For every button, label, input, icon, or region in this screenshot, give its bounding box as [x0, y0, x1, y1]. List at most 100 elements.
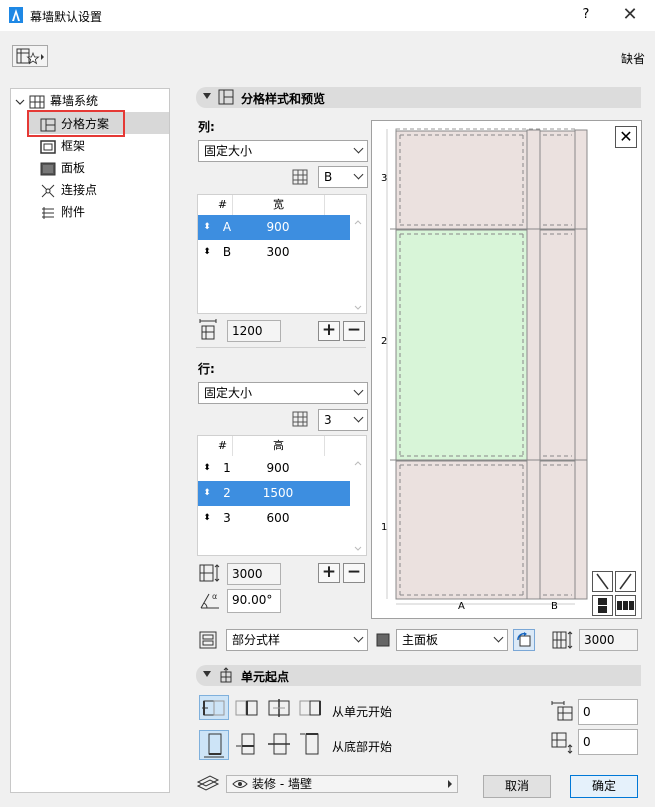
pattern-icon: [199, 631, 217, 649]
window-title: 幕墙默认设置: [30, 10, 103, 24]
origin-cell-left-icon: [202, 700, 225, 716]
chevron-down-icon: [353, 385, 364, 396]
columns-table: # 宽 ⬍ A 900 ⬍ B 300: [197, 194, 367, 314]
row-label: 3: [381, 173, 388, 184]
rows-count-select[interactable]: 3: [318, 409, 368, 431]
drag-handle-icon[interactable]: ⬍: [201, 240, 213, 265]
origin-section-header[interactable]: 单元起点: [196, 665, 641, 686]
scrollbar[interactable]: [353, 217, 363, 313]
scheme-icon: [40, 118, 56, 131]
tree-item-label: 面板: [61, 161, 86, 175]
columns-mode-select[interactable]: 固定大小: [198, 140, 368, 162]
origin-cell-center-button[interactable]: [264, 695, 294, 720]
origin-cell-right-button[interactable]: [296, 695, 326, 720]
favorites-button[interactable]: [12, 45, 48, 67]
row-value[interactable]: 600: [238, 506, 318, 531]
tree-item-scheme[interactable]: 分格方案: [40, 114, 109, 134]
row-value[interactable]: 1500: [238, 481, 318, 506]
vertical-split-button[interactable]: [592, 595, 613, 616]
row-id: 1: [223, 461, 231, 475]
default-label: 缺省: [621, 52, 646, 66]
origin-middle-button[interactable]: [264, 730, 294, 760]
cancel-button[interactable]: 取消: [483, 775, 551, 798]
help-button[interactable]: ?: [574, 5, 598, 25]
tree-item-accessory[interactable]: 附件: [40, 202, 85, 222]
chevron-down-icon: [493, 632, 504, 643]
tree-root-curtain-wall[interactable]: 幕墙系统: [15, 91, 98, 111]
pattern-style-select[interactable]: 部分式样: [226, 629, 368, 651]
ok-button[interactable]: 确定: [570, 775, 638, 798]
panel-type-select[interactable]: 主面板: [396, 629, 508, 651]
diagonal-left-button[interactable]: [592, 571, 613, 592]
close-preview-button[interactable]: ✕: [615, 126, 637, 148]
app-icon: [9, 7, 23, 23]
tree-item-label: 框架: [61, 139, 86, 153]
row-value[interactable]: 900: [238, 456, 318, 481]
row-id: B: [222, 245, 232, 259]
tree-item-frame[interactable]: 框架: [40, 136, 85, 156]
origin-top-button[interactable]: [296, 730, 326, 760]
tree-item-label: 分格方案: [61, 117, 110, 131]
table-row[interactable]: ⬍ 2 1500: [198, 481, 350, 506]
origin-cell-left-button[interactable]: [199, 695, 229, 720]
horizontal-split-button[interactable]: [615, 595, 636, 616]
origin-bottom-button[interactable]: [199, 730, 229, 760]
row-id: 3: [223, 511, 231, 525]
add-row-button[interactable]: +: [318, 563, 340, 583]
columns-count-value: B: [324, 170, 333, 184]
columns-mode-value: 固定大小: [204, 144, 253, 158]
collapse-triangle-icon: [203, 93, 211, 99]
divider: [196, 347, 366, 348]
rows-mode-value: 固定大小: [204, 386, 253, 400]
row-value[interactable]: 900: [238, 215, 318, 240]
row-value[interactable]: 300: [238, 240, 318, 265]
table-row[interactable]: ⬍ 1 900: [198, 456, 350, 481]
diagonal-left-icon: [596, 573, 609, 590]
y-offset-field[interactable]: 0: [578, 729, 638, 755]
col-label: A: [458, 601, 465, 612]
columns-label: 列:: [198, 120, 215, 134]
chevron-down-icon: [353, 632, 364, 643]
table-row[interactable]: ⬍ B 300: [198, 240, 350, 265]
chevron-down-icon: [15, 99, 25, 105]
layer-selector[interactable]: 装修 - 墙壁: [226, 775, 458, 793]
remove-row-button[interactable]: −: [343, 563, 365, 583]
rows-table: # 高 ⬍ 1 900 ⬍ 2 1500 ⬍ 3 600: [197, 435, 367, 556]
scrollbar[interactable]: [353, 458, 363, 554]
origin-lower-icon: [236, 733, 255, 755]
table-row[interactable]: ⬍ 3 600: [198, 506, 350, 531]
scheme-section-header[interactable]: 分格样式和预览: [196, 87, 641, 108]
angle-field[interactable]: 90.00°: [227, 589, 281, 613]
x-offset-field[interactable]: 0: [578, 699, 638, 725]
diagonal-right-button[interactable]: [615, 571, 636, 592]
close-button[interactable]: ✕: [615, 3, 645, 27]
chevron-down-icon: [353, 169, 364, 180]
origin-icon: [220, 667, 232, 683]
scheme-icon: [218, 89, 234, 105]
total-width-field: 1200: [227, 320, 281, 342]
rows-mode-select[interactable]: 固定大小: [198, 382, 368, 404]
tree-item-junction[interactable]: 连接点: [40, 180, 97, 200]
drag-handle-icon[interactable]: ⬍: [201, 506, 213, 531]
origin-cell-center-left-button[interactable]: [232, 695, 262, 720]
drag-handle-icon[interactable]: ⬍: [201, 456, 213, 481]
panel-refresh-button[interactable]: [513, 629, 535, 651]
drag-handle-icon[interactable]: ⬍: [201, 481, 213, 506]
grid-count-icon: [292, 169, 308, 185]
tree-item-panel[interactable]: 面板: [40, 158, 85, 178]
diagonal-right-icon: [619, 573, 632, 590]
origin-lower-button[interactable]: [232, 730, 262, 760]
eye-icon: [232, 780, 248, 788]
columns-count-select[interactable]: B: [318, 166, 368, 188]
drag-handle-icon[interactable]: ⬍: [201, 215, 213, 240]
curtain-wall-preview-drawing: [386, 128, 588, 605]
table-row[interactable]: ⬍ A 900: [198, 215, 350, 240]
row-label: 2: [381, 336, 388, 347]
collapse-triangle-icon: [203, 671, 211, 677]
x-offset-icon: [551, 701, 573, 721]
add-column-button[interactable]: +: [318, 321, 340, 341]
remove-column-button[interactable]: −: [343, 321, 365, 341]
height-field: 3000: [579, 629, 638, 651]
table-header-index: #: [213, 436, 233, 456]
accessory-icon: [42, 206, 54, 219]
